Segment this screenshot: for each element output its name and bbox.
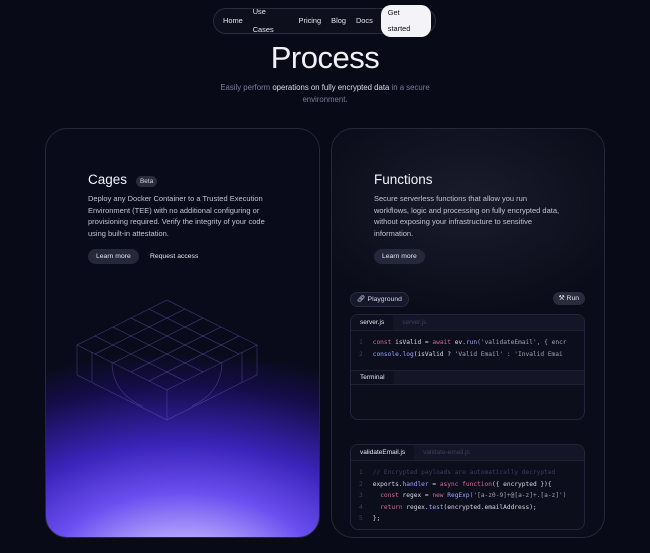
beta-badge: Beta	[136, 176, 158, 187]
line-number: 2	[359, 480, 363, 488]
function-editor-panel: validateEmail.js validate-email.js 1 // …	[350, 444, 585, 530]
function-code: 1 // Encrypted payloads are automaticall…	[351, 461, 584, 529]
code-text: return regex.test(encrypted.emailAddress…	[380, 503, 537, 511]
functions-learn-more-button[interactable]: Learn more	[374, 249, 425, 264]
line-number: 3	[359, 492, 363, 499]
tab-terminal[interactable]: Terminal	[351, 371, 394, 384]
functions-title: Functions	[374, 172, 433, 187]
link-icon: 🔗︎	[357, 296, 366, 303]
server-editor-tabs: server.js server.js	[351, 315, 584, 331]
run-label: Run	[566, 295, 579, 302]
tools-icon: ⚒	[558, 295, 565, 302]
code-text: console.log(isValid ? 'Valid Email' : 'I…	[372, 350, 563, 358]
cages-title: Cages	[88, 172, 128, 187]
tab-server-js-inactive[interactable]: server.js	[393, 315, 584, 330]
line-number: 1	[359, 339, 363, 346]
subtitle-pre: Easily perform	[220, 83, 273, 92]
code-comment: // Encrypted payloads are automatically …	[372, 469, 556, 476]
code-line: 2 exports.handler = async function({ enc…	[359, 479, 576, 491]
nav-pricing[interactable]: Pricing	[294, 12, 327, 30]
cages-learn-more-button[interactable]: Learn more	[88, 249, 139, 264]
line-number: 4	[359, 503, 363, 511]
request-access-link[interactable]: Request access	[150, 249, 198, 264]
nav-use-cases[interactable]: Use Cases	[248, 3, 294, 39]
tab-server-js[interactable]: server.js	[351, 315, 393, 330]
run-button[interactable]: ⚒ Run	[552, 292, 585, 305]
top-nav: Home Use Cases Pricing Blog Docs Get sta…	[213, 5, 436, 37]
page-subtitle: Easily perform operations on fully encry…	[215, 82, 435, 106]
code-line: 5 };	[359, 513, 576, 525]
code-text: };	[372, 515, 381, 522]
function-editor-tabs: validateEmail.js validate-email.js	[351, 445, 584, 461]
cages-description: Deploy any Docker Container to a Trusted…	[88, 194, 265, 238]
isometric-cage-graphic	[76, 299, 258, 421]
code-text: exports.handler = async function({ encry…	[372, 480, 552, 488]
playground-label: Playground	[367, 296, 402, 303]
server-code: 1 const isValid = await ev.run('validate…	[351, 331, 584, 366]
line-number: 1	[359, 469, 363, 476]
code-line: 1 // Encrypted payloads are automaticall…	[359, 467, 576, 479]
nav-blog[interactable]: Blog	[326, 12, 351, 30]
code-line: 1 const isValid = await ev.run('validate…	[359, 337, 576, 349]
code-line: 2 console.log(isValid ? 'Valid Email' : …	[359, 349, 576, 361]
line-number: 5	[359, 515, 363, 522]
code-line: 4 return regex.test(encrypted.emailAddre…	[359, 502, 576, 514]
terminal-tab-fill	[393, 371, 584, 384]
code-text: const isValid = await ev.run('validateEm…	[372, 339, 567, 346]
terminal-tabs: Terminal	[351, 370, 584, 385]
server-editor-panel: server.js server.js 1 const isValid = aw…	[350, 314, 585, 420]
playground-button[interactable]: 🔗︎ Playground	[350, 292, 409, 307]
nav-docs[interactable]: Docs	[351, 12, 378, 30]
subtitle-highlight: operations on fully encrypted data	[272, 83, 390, 92]
functions-description: Secure serverless functions that allow y…	[374, 194, 560, 238]
playground-bar: 🔗︎ Playground ⚒ Run	[350, 292, 585, 308]
tab-validate-email-inactive[interactable]: validate-email.js	[414, 445, 584, 460]
get-started-button[interactable]: Get started	[380, 5, 431, 37]
code-text: const regex = new RegExp('[a-z0-9]+@[a-z…	[380, 492, 567, 499]
tab-validate-email[interactable]: validateEmail.js	[351, 445, 414, 460]
code-line: 3 const regex = new RegExp('[a-z0-9]+@[a…	[359, 490, 576, 502]
page-title: Process	[270, 40, 380, 75]
nav-home[interactable]: Home	[218, 12, 248, 30]
line-number: 2	[359, 350, 363, 358]
